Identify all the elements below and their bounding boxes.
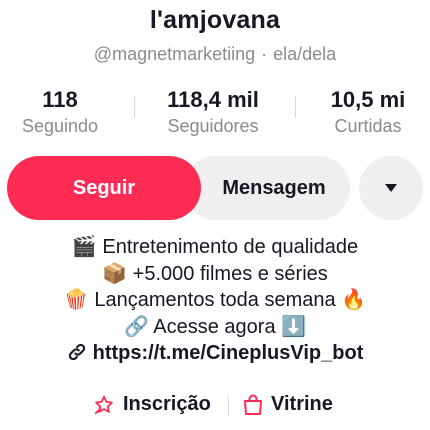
tabs-divider	[228, 397, 229, 417]
link-icon	[68, 343, 85, 361]
profile-stats: 118 Seguindo 118,4 mil Seguidores 10,5 m…	[0, 86, 430, 142]
stat-likes[interactable]: 10,5 mi Curtidas	[298, 86, 430, 138]
bio-link-text[interactable]: https://t.me/CineplusVip_bot	[93, 342, 364, 364]
caret-down-icon	[385, 184, 397, 192]
stat-followers-label: Seguidores	[167, 116, 259, 136]
stat-divider	[134, 96, 135, 118]
stat-followers[interactable]: 118,4 mil Seguidores	[143, 86, 283, 138]
stat-likes-value: 10,5 mi	[330, 87, 406, 112]
stat-following-value: 118	[42, 87, 78, 112]
more-options-button[interactable]	[359, 156, 423, 220]
stat-divider	[295, 96, 296, 118]
stat-followers-value: 118,4 mil	[167, 87, 259, 112]
stat-likes-label: Curtidas	[334, 116, 402, 136]
subscription-tab-label: Inscrição	[123, 393, 211, 415]
profile-handle-row: @magnetmarketiing · ela/dela	[0, 44, 430, 65]
profile-extra-tabs: Inscrição Vitrine	[0, 393, 430, 421]
bio-line-2: 📦 +5.000 filmes e séries	[102, 262, 328, 285]
bio-line-4: 🔗 Acesse agora ⬇️	[123, 315, 307, 338]
stat-following-label: Seguindo	[21, 116, 99, 136]
profile-actions: Mensagem Seguir	[0, 156, 430, 222]
profile-bio: 🎬 Entretenimento de qualidade 📦 +5.000 f…	[0, 234, 430, 367]
stat-following[interactable]: 118 Seguindo	[0, 86, 130, 138]
profile-display-name: l'amjovana	[149, 6, 281, 34]
follow-button[interactable]: Seguir	[7, 156, 201, 220]
bio-line-3: 🍿 Lançamentos toda semana 🔥	[63, 289, 367, 311]
profile-handle: @magnetmarketiing	[93, 44, 256, 64]
message-button-label: Mensagem	[222, 176, 326, 199]
profile-pronouns: ela/dela	[273, 44, 337, 64]
showcase-tab-label: Vitrine	[271, 393, 333, 415]
separator-dot: ·	[261, 44, 268, 64]
follow-button-label: Seguir	[72, 176, 136, 199]
showcase-tab[interactable]: Vitrine	[243, 393, 333, 416]
subscription-tab[interactable]: Inscrição	[93, 393, 211, 416]
bio-link[interactable]: https://t.me/CineplusVip_bot	[0, 340, 430, 367]
message-button[interactable]: Mensagem	[184, 156, 350, 220]
bio-line-1: 🎬 Entretenimento de qualidade	[71, 236, 359, 258]
shopping-bag-icon	[244, 394, 262, 415]
subscription-icon	[94, 395, 113, 414]
